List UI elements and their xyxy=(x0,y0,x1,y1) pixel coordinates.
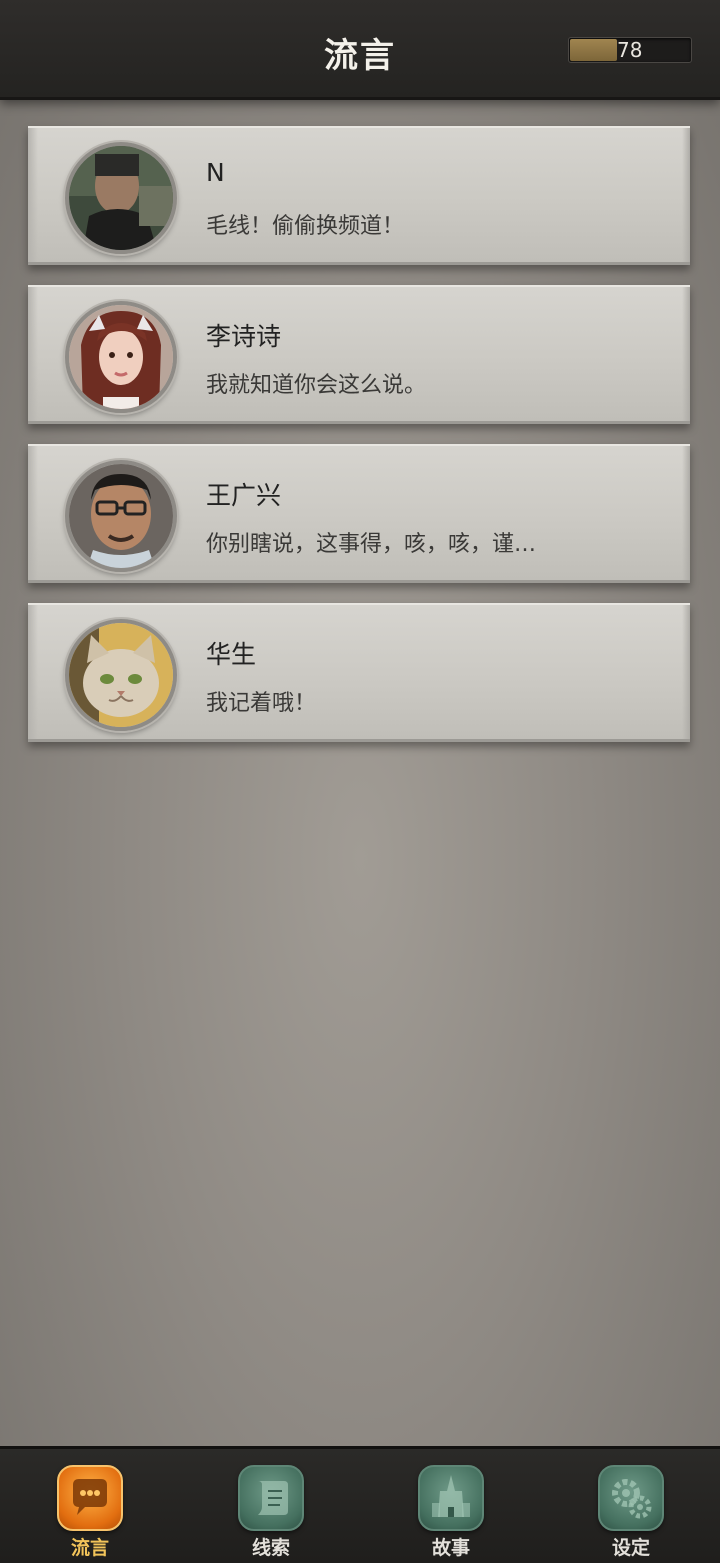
chat-bubble-icon xyxy=(57,1465,123,1531)
rumor-name: 李诗诗 xyxy=(206,322,282,351)
energy-fill xyxy=(570,39,617,61)
bottom-tab-bar: 流言 线索 故事 设定 xyxy=(0,1446,720,1563)
top-bar: 流言 78 xyxy=(0,0,720,100)
cat-avatar xyxy=(65,619,177,731)
tab-settings[interactable]: 设定 xyxy=(581,1465,681,1561)
rumor-message: 我记着哦！ xyxy=(206,691,317,716)
gear-icon xyxy=(598,1465,664,1531)
man-with-glasses-avatar xyxy=(65,460,177,572)
rumor-list: N 毛线！偷偷换频道！ 李诗诗 我就知道你会这么说。 王广兴 你别瞎说，这事得，… xyxy=(28,126,692,762)
tab-clues[interactable]: 线索 xyxy=(221,1465,321,1561)
rumor-message: 毛线！偷偷换频道！ xyxy=(206,214,405,239)
rumor-message: 你别瞎说，这事得，咳，咳，谨… xyxy=(206,532,537,557)
tab-label: 故事 xyxy=(431,1537,470,1559)
rumor-name: 华生 xyxy=(206,640,257,669)
scroll-icon xyxy=(238,1465,304,1531)
rumor-item-n[interactable]: N 毛线！偷偷换频道！ xyxy=(28,126,690,265)
castle-icon xyxy=(418,1465,484,1531)
tab-story[interactable]: 故事 xyxy=(401,1465,501,1561)
tab-label: 设定 xyxy=(611,1537,650,1559)
tab-label: 线索 xyxy=(251,1537,290,1559)
rumor-item-li-shishi[interactable]: 李诗诗 我就知道你会这么说。 xyxy=(28,285,690,424)
energy-value: 78 xyxy=(617,38,643,62)
masked-man-avatar xyxy=(65,142,177,254)
energy-meter: 78 xyxy=(568,37,692,63)
rumor-name: N xyxy=(206,158,225,187)
rumor-item-hua-sheng[interactable]: 华生 我记着哦！ xyxy=(28,603,690,742)
rumor-item-wang-guangxing[interactable]: 王广兴 你别瞎说，这事得，咳，咳，谨… xyxy=(28,444,690,583)
tab-rumors[interactable]: 流言 xyxy=(40,1465,140,1561)
rumor-message: 我就知道你会这么说。 xyxy=(206,373,427,398)
rumor-name: 王广兴 xyxy=(206,481,282,510)
girl-with-brown-hair-avatar xyxy=(65,301,177,413)
tab-label: 流言 xyxy=(70,1537,109,1559)
